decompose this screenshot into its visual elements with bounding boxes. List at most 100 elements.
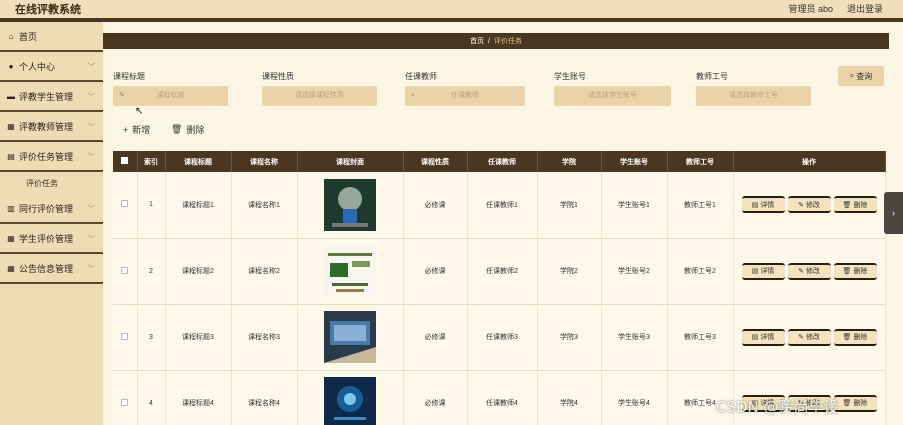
filter-select-student[interactable]: 请选择学生账号: [554, 86, 671, 106]
row-checkbox[interactable]: [121, 266, 129, 274]
edit-icon: ✎: [798, 334, 804, 341]
table-row: 1 课程标题1 课程名称1 必修课 任课教师1 学院1 学生账号1 教师工号1 …: [113, 172, 886, 239]
row-select-cell: [113, 172, 138, 239]
teacher-cell: 任课教师2: [467, 238, 538, 305]
index-cell: 2: [137, 238, 166, 305]
sidebar-item-label: 公告信息管理: [19, 263, 74, 274]
folder-icon: ▬: [7, 91, 15, 101]
nature-cell: 必修课: [403, 304, 468, 371]
sidebar-item-label: 评教教师管理: [19, 121, 74, 132]
detail-label: 详情: [760, 268, 775, 275]
filter-placeholder: 请选择学生账号: [588, 92, 637, 99]
delete-label: 删除: [186, 125, 205, 135]
sidebar-subitem-tasks[interactable]: 评价任务: [0, 172, 103, 194]
sidebar-item-label: 学生评价管理: [19, 233, 74, 244]
chevron-right-icon: ›: [892, 208, 895, 218]
sidebar-item-label: 个人中心: [19, 61, 56, 72]
delete-label: 删除: [853, 201, 868, 209]
grid-icon: ▦: [7, 121, 15, 131]
nature-cell: 必修课: [403, 370, 468, 425]
chevron-down-icon: ﹀: [88, 154, 95, 161]
sidebar-item-notices[interactable]: ▦ 公告信息管理 ﹀: [0, 254, 103, 284]
name-cell: 课程名称2: [231, 238, 298, 305]
table-row: 3 课程标题3 课程名称3 必修课 任课教师3 学院3 学生账号3 教师工号3 …: [113, 304, 886, 371]
row-checkbox[interactable]: [121, 332, 129, 340]
select-all-header[interactable]: [113, 151, 138, 172]
sidebar-item-student-eval[interactable]: ▦ 学生评价管理 ﹀: [0, 224, 103, 254]
sidebar-item-teachers[interactable]: ▦ 评教教师管理 ﹀: [0, 112, 103, 142]
ops-cell: ▤ 详情 ✎ 修改 🗑 删除: [733, 172, 886, 239]
course-cover-image: [324, 311, 376, 363]
ops-cell: ▤ 详情 ✎ 修改 🗑 删除: [733, 238, 886, 305]
sidebar-item-label: 首页: [19, 31, 38, 42]
detail-icon: ▤: [751, 268, 759, 275]
edit-icon: ✎: [798, 268, 804, 275]
filter-input-title[interactable]: ✎ 课程标题: [113, 86, 228, 106]
sidebar: ⌂ 首页 ● 个人中心 ﹀ ▬ 评教学生管理 ﹀ ▦ 评教教师管理 ﹀ ▤ 评价…: [0, 22, 103, 425]
delete-row-button[interactable]: 🗑 删除: [833, 262, 877, 280]
student-cell: 学生账号1: [601, 172, 668, 239]
edit-button[interactable]: ✎ 修改: [787, 196, 831, 214]
trash-icon: 🗑: [171, 124, 183, 134]
column-header: 课程性质: [403, 151, 468, 172]
sidebar-item-profile[interactable]: ● 个人中心 ﹀: [0, 52, 103, 82]
edit-button[interactable]: ✎ 修改: [787, 262, 831, 280]
sidebar-item-tasks[interactable]: ▤ 评价任务管理 ﹀: [0, 142, 103, 172]
sidebar-item-label: 评教学生管理: [19, 91, 74, 102]
delete-label: 删除: [853, 400, 868, 407]
detail-button[interactable]: ▤ 详情: [741, 328, 785, 346]
mouse-cursor-icon: ↖: [135, 106, 144, 117]
query-button[interactable]: ⌕ 查询: [838, 66, 884, 86]
logout-link[interactable]: 退出登录: [847, 2, 883, 15]
pencil-icon: ✎: [119, 92, 125, 99]
title-cell: 课程标题3: [165, 304, 232, 371]
index-cell: 3: [137, 304, 166, 371]
detail-label: 详情: [760, 334, 775, 341]
column-header: 课程封面: [297, 151, 404, 172]
row-checkbox[interactable]: [121, 200, 129, 208]
chevron-down-icon: ﹀: [88, 64, 95, 71]
name-cell: 课程名称1: [231, 172, 298, 239]
edit-button[interactable]: ✎ 修改: [787, 328, 831, 346]
filter-select-nature[interactable]: 请选择课程性质: [262, 86, 377, 106]
filter-select-teacher-id[interactable]: 请选择教师工号: [696, 86, 811, 106]
column-header: 任课教师: [467, 151, 538, 172]
detail-button[interactable]: ▤ 详情: [741, 196, 785, 214]
nature-cell: 必修课: [403, 238, 468, 305]
table-header-row: 索引 课程标题 课程名称 课程封面 课程性质 任课教师 学院 学生账号 教师工号…: [113, 151, 886, 172]
trash-icon: 🗑: [842, 201, 852, 209]
delete-row-button[interactable]: 🗑 删除: [833, 196, 877, 214]
cover-cell: [297, 172, 404, 239]
delete-button[interactable]: 🗑 删除: [171, 123, 204, 136]
sidebar-item-peer[interactable]: ▥ 同行评价管理 ﹀: [0, 194, 103, 224]
add-button[interactable]: + 新增: [123, 123, 150, 136]
filter-placeholder: 请选择教师工号: [729, 92, 778, 99]
teacher-cell: 任课教师3: [467, 304, 538, 371]
panel-toggle-button[interactable]: ›: [884, 192, 903, 234]
filter-input-teacher[interactable]: ⌕ 任课教师: [405, 86, 525, 106]
sidebar-item-students[interactable]: ▬ 评教学生管理 ﹀: [0, 82, 103, 112]
college-cell: 学院3: [537, 304, 602, 371]
sidebar-item-home[interactable]: ⌂ 首页: [0, 22, 103, 52]
column-header: 学院: [537, 151, 602, 172]
row-checkbox[interactable]: [121, 398, 129, 406]
filter-placeholder: 课程标题: [156, 92, 185, 99]
task-table: 索引 课程标题 课程名称 课程封面 课程性质 任课教师 学院 学生账号 教师工号…: [113, 151, 886, 425]
ops-cell: ▤ 详情 ✎ 修改 🗑 删除: [733, 304, 886, 371]
sidebar-item-label: 评价任务管理: [19, 151, 74, 162]
teacher-cell: 任课教师1: [467, 172, 538, 239]
cover-cell: [297, 370, 404, 425]
filter-label-title: 课程标题: [113, 72, 145, 81]
select-all-checkbox[interactable]: [121, 157, 129, 164]
edit-label: 修改: [805, 334, 820, 341]
breadcrumb: 首页 / 评价任务: [103, 33, 889, 49]
delete-row-button[interactable]: 🗑 删除: [833, 328, 877, 346]
name-cell: 课程名称3: [231, 304, 298, 371]
breadcrumb-home[interactable]: 首页: [470, 36, 484, 46]
index-cell: 4: [137, 370, 166, 425]
doc-icon: ▤: [7, 151, 15, 161]
table-icon: ▥: [7, 203, 15, 213]
detail-button[interactable]: ▤ 详情: [741, 262, 785, 280]
delete-row-button[interactable]: 🗑 删除: [833, 394, 877, 412]
edit-label: 修改: [805, 201, 820, 209]
